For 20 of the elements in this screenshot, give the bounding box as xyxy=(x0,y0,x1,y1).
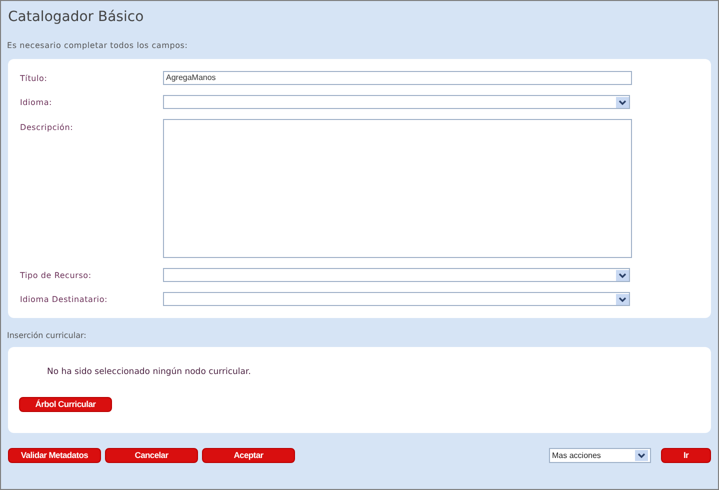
section-heading: Inserción curricular: xyxy=(7,331,88,342)
field-label: Idioma Destinatario: xyxy=(19,294,109,304)
curricular-tree-button[interactable]: Árbol Curricular xyxy=(19,396,112,412)
field-label: Título: xyxy=(19,74,48,82)
dropdown-arrow-icon[interactable] xyxy=(616,270,629,280)
page-title: Catalogador Básico xyxy=(8,9,145,27)
text-field[interactable]: AgregaManos xyxy=(163,71,632,85)
dropdown-arrow-icon[interactable] xyxy=(616,294,629,304)
field-label: Descripción: xyxy=(19,122,74,132)
dropdown-arrow-icon[interactable] xyxy=(616,96,629,108)
field-label: Tipo de Recurso: xyxy=(19,270,92,280)
go-button[interactable]: Ir xyxy=(661,448,711,462)
field-label: Idioma: xyxy=(19,98,54,106)
action-button[interactable]: Cancelar xyxy=(105,448,198,462)
action-button[interactable]: Validar Metadatos xyxy=(8,448,101,462)
status-message: No ha sido seleccionado ningún nodo curricular. xyxy=(47,367,252,379)
instruction-text: Es necesario completar todos los campos: xyxy=(7,41,189,52)
dropdown-arrow-icon[interactable] xyxy=(635,450,648,460)
action-button[interactable]: Aceptar xyxy=(202,448,295,462)
actions-dropdown[interactable]: Mas acciones xyxy=(549,448,651,462)
